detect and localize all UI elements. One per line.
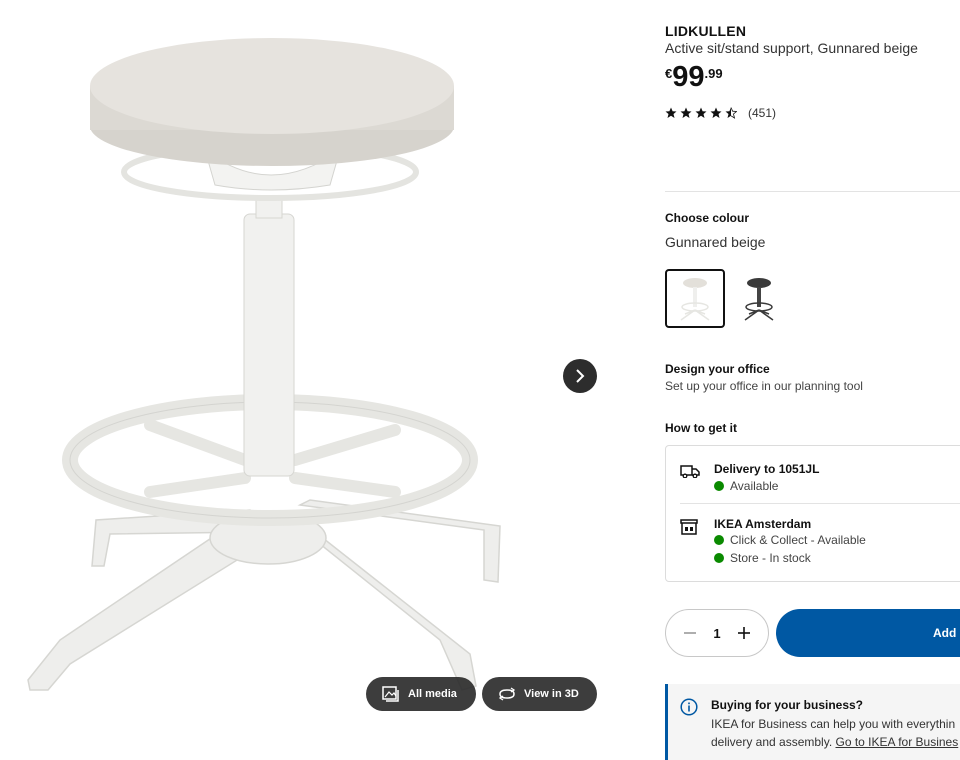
store-icon: [680, 519, 698, 535]
product-media: All media View in 3D: [0, 0, 612, 760]
all-media-button[interactable]: All media: [366, 677, 476, 711]
status-dot: [714, 535, 724, 545]
increase-quantity-button[interactable]: [735, 624, 753, 642]
ikea-for-business-link[interactable]: Go to IKEA for Busines: [836, 735, 959, 749]
section-divider: [665, 191, 960, 192]
business-text-line2: delivery and assembly. Go to IKEA for Bu…: [711, 735, 958, 749]
view-in-3d-button[interactable]: View in 3D: [482, 677, 597, 711]
rotate-3d-icon: [498, 687, 516, 701]
gallery-icon: [382, 686, 399, 702]
dark-stool-thumbnail: [744, 277, 774, 321]
status-dot: [714, 553, 724, 563]
price-decimals: .99: [704, 66, 723, 81]
decrease-quantity-button[interactable]: [681, 624, 699, 642]
add-to-bag-button[interactable]: Add: [776, 609, 960, 657]
add-to-bag-label: Add: [933, 626, 957, 640]
star-rating-icon: [665, 107, 737, 119]
product-image: [27, 38, 501, 691]
all-media-label: All media: [408, 688, 457, 700]
quantity-value[interactable]: 1: [713, 626, 720, 641]
delivery-status: Available: [714, 479, 778, 493]
colour-option-dark[interactable]: [729, 269, 789, 328]
product-info: LIDKULLEN Active sit/stand support, Gunn…: [665, 0, 960, 760]
product-rating[interactable]: (451): [665, 106, 776, 120]
design-office-title[interactable]: Design your office: [665, 362, 770, 376]
in-store-status: Store - In stock: [714, 551, 811, 565]
price-currency: €: [665, 66, 673, 81]
availability-divider: [680, 503, 960, 504]
delivery-title: Delivery to 1051JL: [714, 462, 820, 476]
view-in-3d-label: View in 3D: [524, 688, 579, 700]
how-to-get-it-heading: How to get it: [665, 421, 737, 435]
truck-icon: [680, 465, 700, 478]
click-collect-text: Click & Collect - Available: [730, 533, 866, 547]
business-text-line1: IKEA for Business can help you with ever…: [711, 717, 956, 731]
colour-option-beige[interactable]: [665, 269, 725, 328]
next-image-button[interactable]: [563, 359, 597, 393]
selected-colour: Gunnared beige: [665, 234, 766, 250]
product-price: € 99 .99: [665, 60, 723, 94]
beige-stool-thumbnail: [680, 277, 710, 321]
status-dot: [714, 481, 724, 491]
minus-icon: [684, 632, 696, 634]
quantity-stepper[interactable]: 1: [665, 609, 769, 657]
click-collect-status: Click & Collect - Available: [714, 533, 866, 547]
product-name: LIDKULLEN: [665, 23, 747, 39]
choose-colour-heading: Choose colour: [665, 211, 750, 225]
design-office-subtitle[interactable]: Set up your office in our planning tool: [665, 379, 863, 393]
rating-count: (451): [748, 106, 777, 120]
plus-icon: [737, 627, 750, 639]
business-title: Buying for your business?: [711, 698, 864, 712]
delivery-status-text: Available: [730, 479, 779, 493]
product-description: Active sit/stand support, Gunnared beige: [665, 40, 918, 56]
in-store-text: Store - In stock: [730, 551, 811, 565]
chevron-right-icon: [576, 369, 585, 383]
business-banner: Buying for your business? IKEA for Busin…: [665, 684, 960, 760]
store-title: IKEA Amsterdam: [714, 517, 812, 531]
info-icon: [680, 698, 698, 716]
price-integer: 99: [672, 61, 705, 93]
business-text-prefix: delivery and assembly.: [711, 735, 836, 749]
availability-box: Delivery to 1051JL Available IKEA Amster…: [665, 445, 960, 582]
